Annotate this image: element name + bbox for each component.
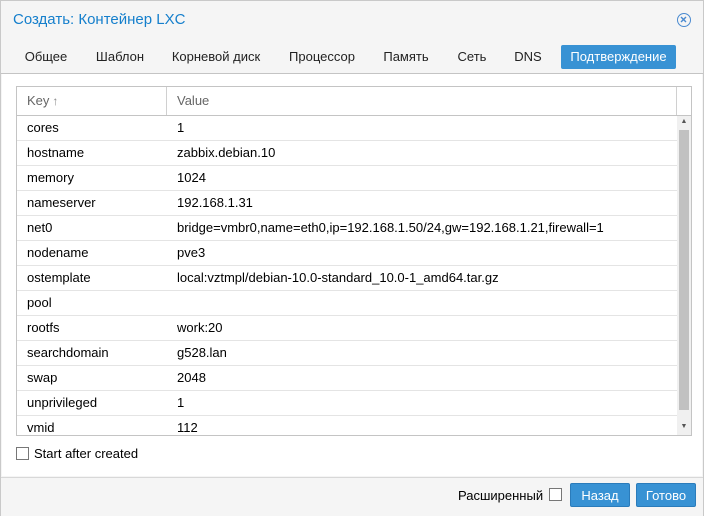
row-key: net0 xyxy=(27,220,53,235)
start-after-created-checkbox[interactable]: Start after created xyxy=(16,446,138,462)
tab-network[interactable]: Сеть xyxy=(447,45,497,69)
row-key: hostname xyxy=(27,145,85,160)
wizard-tabs: Общее Шаблон Корневой диск Процессор Пам… xyxy=(1,41,703,74)
checkbox-icon[interactable] xyxy=(16,447,29,460)
table-row[interactable]: searchdomain g528.lan xyxy=(17,341,677,366)
tab-confirm[interactable]: Подтверждение xyxy=(561,45,676,69)
dialog-titlebar[interactable]: Создать: Контейнер LXC xyxy=(1,1,703,39)
column-header-key-label: Key xyxy=(27,93,50,108)
table-row[interactable]: ostemplate local:vztmpl/debian-10.0-stand… xyxy=(17,266,677,291)
dialog-title: Создать: Контейнер LXC xyxy=(13,11,186,28)
tab-template[interactable]: Шаблон xyxy=(85,45,155,69)
row-value: work:20 xyxy=(177,320,223,335)
tab-memory[interactable]: Память xyxy=(373,45,439,69)
row-key: nameserver xyxy=(27,195,96,210)
row-value: 1024 xyxy=(177,170,206,185)
row-key: rootfs xyxy=(27,320,60,335)
row-value: 112 xyxy=(177,420,198,435)
row-value xyxy=(167,291,677,315)
back-button[interactable]: Назад xyxy=(570,483,630,507)
row-key: unprivileged xyxy=(27,395,98,410)
tab-general[interactable]: Общее xyxy=(15,45,77,69)
table-row[interactable]: hostname zabbix.debian.10 xyxy=(17,141,677,166)
table-row[interactable]: nameserver 192.168.1.31 xyxy=(17,191,677,216)
table-row[interactable]: swap 2048 xyxy=(17,366,677,391)
grid-header: Key ↑ Value xyxy=(17,87,691,116)
scroll-up-arrow-icon[interactable]: ▲ xyxy=(677,116,691,128)
scroll-thumb[interactable] xyxy=(679,130,689,410)
tab-dns[interactable]: DNS xyxy=(505,45,551,69)
row-value: g528.lan xyxy=(177,345,227,360)
table-row[interactable]: unprivileged 1 xyxy=(17,391,677,416)
row-value: zabbix.debian.10 xyxy=(177,145,276,160)
confirm-panel: Key ↑ Value cores 1 hostname zabbix.debian.… xyxy=(2,74,702,476)
row-value: 1 xyxy=(177,395,185,410)
row-key: pool xyxy=(27,295,52,310)
column-header-value[interactable]: Value xyxy=(167,87,677,115)
row-value: 2048 xyxy=(177,370,206,385)
grid-rows: cores 1 hostname zabbix.debian.10 memory 10… xyxy=(17,116,677,435)
advanced-label: Расширенный xyxy=(458,488,544,503)
close-icon[interactable] xyxy=(677,13,691,27)
finish-button[interactable]: Готово xyxy=(636,483,696,507)
scroll-down-arrow-icon[interactable]: ▼ xyxy=(677,421,691,433)
row-key: searchdomain xyxy=(27,345,109,360)
table-row[interactable]: cores 1 xyxy=(17,116,677,141)
row-key: vmid xyxy=(27,420,55,435)
column-header-value-label: Value xyxy=(177,93,210,108)
dialog-footer: Расширенный Назад Готово xyxy=(1,477,703,516)
table-row[interactable]: nodename pve3 xyxy=(17,241,677,266)
table-row[interactable]: rootfs work:20 xyxy=(17,316,677,341)
row-value: 1 xyxy=(177,120,185,135)
table-row[interactable]: net0 bridge=vmbr0,name=eth0,ip=192.168.1.… xyxy=(17,216,677,241)
grid-scrollbar[interactable]: ▲ ▼ xyxy=(677,116,691,435)
row-key: ostemplate xyxy=(27,270,91,285)
row-key: swap xyxy=(27,370,58,385)
table-row[interactable]: vmid 112 xyxy=(17,416,677,435)
table-row[interactable]: memory 1024 xyxy=(17,166,677,191)
advanced-checkbox[interactable] xyxy=(549,488,562,501)
sort-ascending-icon: ↑ xyxy=(52,94,59,108)
summary-grid: Key ↑ Value cores 1 hostname zabbix.debian.… xyxy=(16,86,692,436)
tab-cpu[interactable]: Процессор xyxy=(279,45,365,69)
row-key: memory xyxy=(27,170,74,185)
create-lxc-dialog: Создать: Контейнер LXC Общее Шаблон Корн… xyxy=(0,0,704,516)
tab-root-disk[interactable]: Корневой диск xyxy=(163,45,269,69)
row-key: nodename xyxy=(27,245,89,260)
row-value: bridge=vmbr0,name=eth0,ip=192.168.1.50/2… xyxy=(177,220,604,235)
table-row[interactable]: pool xyxy=(17,291,677,316)
start-after-created-label: Start after created xyxy=(34,446,139,461)
row-value: pve3 xyxy=(177,245,206,260)
row-key: cores xyxy=(27,120,59,135)
column-header-key[interactable]: Key ↑ xyxy=(17,87,167,115)
row-value: local:vztmpl/debian-10.0-standard_10.0-1… xyxy=(177,270,499,285)
row-value: 192.168.1.31 xyxy=(177,195,253,210)
